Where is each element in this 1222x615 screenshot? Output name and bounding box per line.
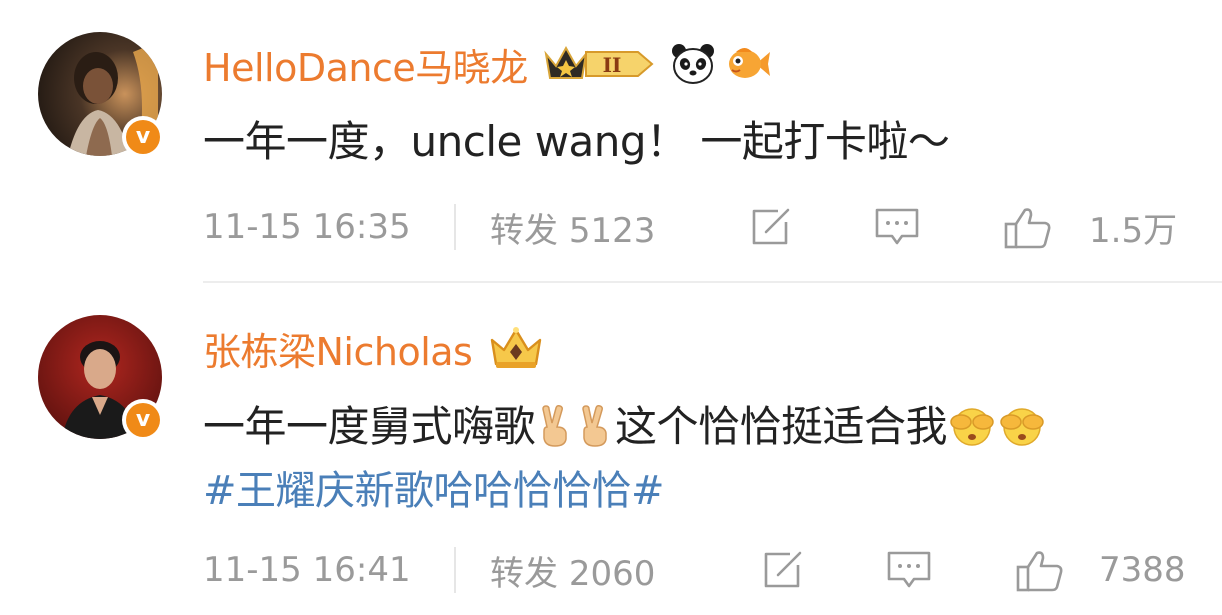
comment-text-part: 这个恰恰挺适合我 <box>615 402 948 451</box>
share-icon[interactable] <box>748 206 794 257</box>
panda-icon[interactable] <box>670 42 716 86</box>
repost-count: 2060 <box>568 553 656 594</box>
verified-icon: v <box>122 399 164 441</box>
comment-text: 一年一度舅式嗨歌 这个恰恰挺适合我 <box>203 393 1047 457</box>
action-bar: 11-15 16:41 转发 2060 7388 <box>203 545 1222 595</box>
comment-text-part: 一年一度舅式嗨歌 <box>203 402 536 451</box>
verified-icon: v <box>122 116 164 158</box>
comment-list: v HelloDance马晓龙 II 一年一度，uncle wang！ 一起打卡… <box>0 0 1222 615</box>
username[interactable]: HelloDance马晓龙 <box>203 37 528 92</box>
comment-item: v HelloDance马晓龙 II 一年一度，uncle wang！ 一起打卡… <box>0 0 1222 282</box>
badge-group: II <box>542 42 772 86</box>
repost-label: 转发 <box>490 553 558 594</box>
username-row: HelloDance马晓龙 II <box>203 36 772 92</box>
crown-badge-icon[interactable] <box>486 324 546 372</box>
crown-level-badge-icon[interactable]: II <box>542 42 660 86</box>
cover-eyes-icon <box>999 405 1045 457</box>
username-row: 张栋梁Nicholas <box>203 320 546 376</box>
badge-group <box>486 324 546 372</box>
goldfish-icon[interactable] <box>726 42 772 86</box>
share-icon[interactable] <box>760 549 806 600</box>
like-icon[interactable] <box>1003 206 1053 259</box>
repost-button[interactable]: 转发 5123 <box>490 203 655 252</box>
repost-button[interactable]: 转发 2060 <box>490 546 655 595</box>
hashtag-link[interactable]: #王耀庆新歌哈哈恰恰恰# <box>203 458 665 516</box>
victory-hand-icon <box>537 405 573 457</box>
repost-count: 5123 <box>568 210 656 251</box>
action-bar: 11-15 16:35 转发 5123 1.5万 <box>203 202 1222 252</box>
comment-icon[interactable] <box>885 549 933 600</box>
comment-text: 一年一度，uncle wang！ 一起打卡啦～ <box>203 117 950 166</box>
cover-eyes-icon <box>949 405 995 457</box>
timestamp: 11-15 16:41 <box>203 550 411 590</box>
timestamp: 11-15 16:35 <box>203 207 411 247</box>
divider <box>454 547 456 593</box>
username[interactable]: 张栋梁Nicholas <box>203 321 473 376</box>
like-icon[interactable] <box>1015 549 1065 602</box>
like-count: 7388 <box>1099 550 1186 590</box>
divider <box>454 204 456 250</box>
like-count: 1.5万 <box>1089 210 1178 251</box>
level-text: II <box>602 53 621 77</box>
comment-icon[interactable] <box>873 206 921 257</box>
avatar[interactable]: v <box>38 32 164 158</box>
victory-hand-icon <box>577 405 613 457</box>
comment-item: v 张栋梁Nicholas 一年一度舅式嗨歌 这个恰恰挺适合我 #王耀庆新歌哈哈… <box>0 283 1222 615</box>
repost-label: 转发 <box>490 210 558 251</box>
avatar[interactable]: v <box>38 315 164 441</box>
